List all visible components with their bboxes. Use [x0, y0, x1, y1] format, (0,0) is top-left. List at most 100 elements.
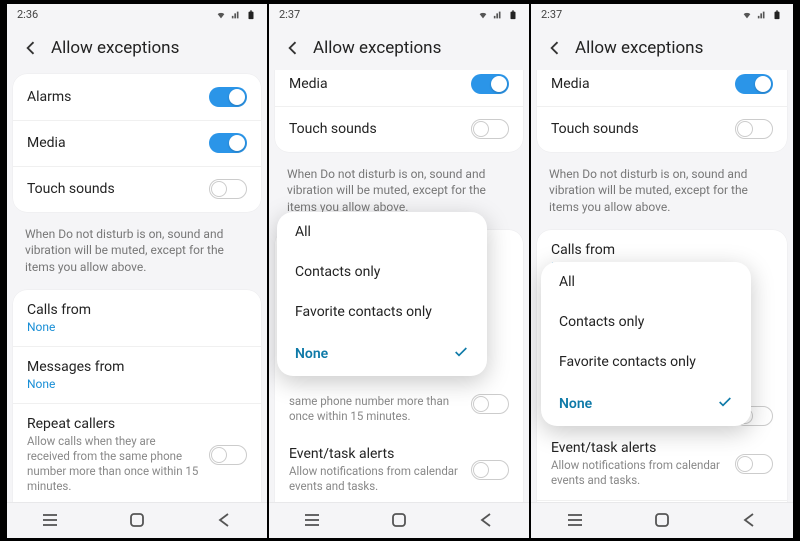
repeat-callers-sub: Allow calls when they are received from …	[27, 434, 201, 494]
touch-sounds-toggle[interactable]	[735, 119, 773, 139]
media-row[interactable]: Media	[275, 70, 523, 106]
calls-from-popup: All Contacts only Favorite contacts only…	[277, 212, 487, 376]
touch-sounds-row[interactable]: Touch sounds	[13, 166, 261, 212]
repeat-callers-toggle[interactable]	[471, 394, 509, 414]
status-bar: 2:37	[269, 4, 529, 26]
touch-sounds-toggle[interactable]	[471, 119, 509, 139]
page-title: Allow exceptions	[313, 38, 441, 58]
phone-screen-3: 2:37 Allow exceptions Media Touch sounds	[531, 4, 793, 538]
wifi-icon	[741, 10, 753, 20]
chevron-left-icon	[283, 38, 303, 58]
reminders-row[interactable]: Reminders Allow reminders from apps that…	[537, 500, 787, 502]
status-icons	[741, 10, 783, 20]
media-row[interactable]: Media	[13, 120, 261, 166]
phone-screen-1: 2:36 Allow exceptions Alarms Media	[7, 4, 269, 538]
popup-option-favorites[interactable]: Favorite contacts only	[277, 292, 487, 332]
back-button[interactable]	[19, 36, 43, 60]
status-icons	[477, 10, 519, 20]
sound-exceptions-card: Media Touch sounds	[537, 70, 787, 152]
alarms-label: Alarms	[27, 89, 201, 105]
repeat-callers-toggle[interactable]	[209, 445, 247, 465]
calls-from-label: Calls from	[551, 242, 765, 258]
repeat-callers-label: Repeat callers	[27, 416, 201, 432]
calls-from-label: Calls from	[27, 302, 239, 318]
event-alerts-row[interactable]: Event/task alerts Allow notifications fr…	[537, 436, 787, 500]
messages-from-label: Messages from	[27, 359, 239, 375]
sound-exceptions-card: Media Touch sounds	[275, 70, 523, 152]
signal-icon	[492, 10, 504, 20]
repeat-callers-sub-partial: same phone number more than once within …	[289, 394, 471, 424]
header: Allow exceptions	[531, 26, 793, 70]
nav-back[interactable]	[738, 509, 760, 531]
media-toggle[interactable]	[209, 133, 247, 153]
nav-back[interactable]	[213, 509, 235, 531]
popup-option-contacts[interactable]: Contacts only	[277, 252, 487, 292]
media-label: Media	[289, 76, 463, 92]
clock: 2:36	[17, 8, 38, 21]
dnd-description: When Do not disturb is on, sound and vib…	[531, 156, 793, 226]
nav-bar	[531, 502, 793, 538]
header: Allow exceptions	[269, 26, 529, 70]
status-bar: 2:37	[531, 4, 793, 26]
touch-sounds-label: Touch sounds	[289, 121, 463, 137]
event-alerts-row[interactable]: Event/task alerts Allow notifications fr…	[275, 434, 523, 502]
event-alerts-toggle[interactable]	[471, 460, 509, 480]
event-alerts-label: Event/task alerts	[289, 446, 463, 462]
touch-sounds-label: Touch sounds	[551, 121, 727, 137]
nav-recent[interactable]	[39, 509, 61, 531]
event-alerts-label: Event/task alerts	[551, 440, 727, 456]
wifi-icon	[477, 10, 489, 20]
alarms-toggle[interactable]	[209, 87, 247, 107]
page-title: Allow exceptions	[575, 38, 703, 58]
popup-option-all[interactable]: All	[277, 212, 487, 252]
chevron-left-icon	[21, 38, 41, 58]
media-row[interactable]: Media	[537, 70, 787, 106]
media-label: Media	[27, 135, 201, 151]
calls-from-row[interactable]: Calls from None	[13, 290, 261, 346]
battery-icon	[771, 10, 783, 20]
sound-exceptions-card: Alarms Media Touch sounds	[13, 74, 261, 212]
status-icons	[215, 10, 257, 20]
event-alerts-toggle[interactable]	[735, 454, 773, 474]
alarms-row[interactable]: Alarms	[13, 74, 261, 120]
nav-back[interactable]	[475, 509, 497, 531]
media-label: Media	[551, 76, 727, 92]
check-icon	[453, 344, 469, 364]
nav-home[interactable]	[388, 509, 410, 531]
dnd-description: When Do not disturb is on, sound and vib…	[7, 216, 267, 286]
popup-option-favorites[interactable]: Favorite contacts only	[541, 342, 751, 382]
header: Allow exceptions	[7, 26, 267, 70]
page-title: Allow exceptions	[51, 38, 179, 58]
messages-from-value: None	[27, 377, 239, 391]
popup-option-none[interactable]: None	[541, 382, 751, 426]
back-button[interactable]	[281, 36, 305, 60]
battery-icon	[245, 10, 257, 20]
nav-bar	[7, 502, 267, 538]
repeat-callers-row[interactable]: Repeat callers Allow calls when they are…	[13, 403, 261, 502]
popup-option-all[interactable]: All	[541, 262, 751, 302]
event-alerts-sub: Allow notifications from calendar events…	[289, 464, 463, 494]
event-alerts-sub: Allow notifications from calendar events…	[551, 458, 727, 488]
calls-from-value: None	[27, 320, 239, 334]
phone-screen-2: 2:37 Allow exceptions Media Touch sounds	[269, 4, 531, 538]
touch-sounds-row[interactable]: Touch sounds	[275, 106, 523, 152]
chevron-left-icon	[545, 38, 565, 58]
popup-option-contacts[interactable]: Contacts only	[541, 302, 751, 342]
clock: 2:37	[541, 8, 562, 21]
signal-icon	[756, 10, 768, 20]
nav-home[interactable]	[126, 509, 148, 531]
nav-recent[interactable]	[301, 509, 323, 531]
nav-home[interactable]	[651, 509, 673, 531]
popup-option-none[interactable]: None	[277, 332, 487, 376]
battery-icon	[507, 10, 519, 20]
calls-from-popup: All Contacts only Favorite contacts only…	[541, 262, 751, 426]
nav-recent[interactable]	[564, 509, 586, 531]
messages-from-row[interactable]: Messages from None	[13, 346, 261, 403]
touch-sounds-toggle[interactable]	[209, 179, 247, 199]
touch-sounds-row[interactable]: Touch sounds	[537, 106, 787, 152]
media-toggle[interactable]	[471, 74, 509, 94]
check-icon	[717, 394, 733, 414]
wifi-icon	[215, 10, 227, 20]
back-button[interactable]	[543, 36, 567, 60]
media-toggle[interactable]	[735, 74, 773, 94]
